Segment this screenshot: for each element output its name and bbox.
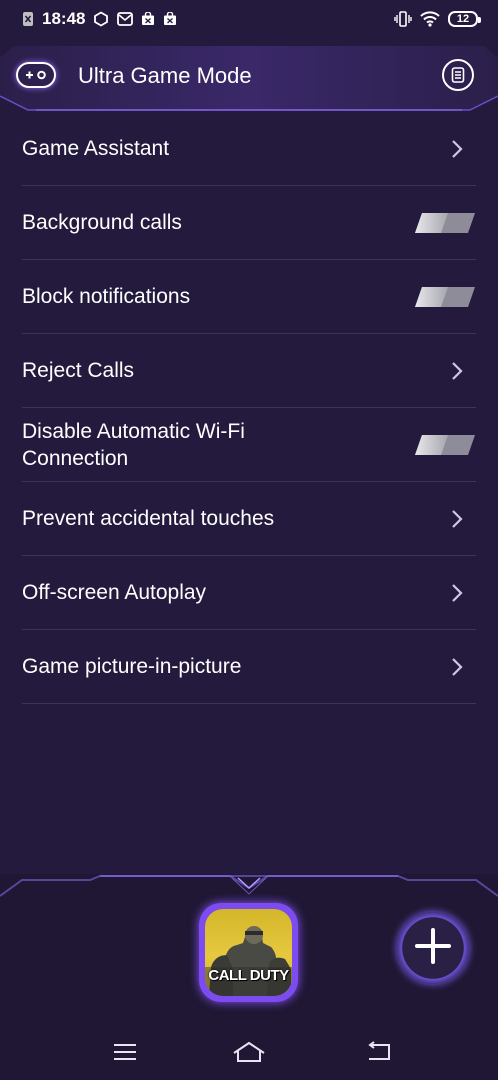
status-bar: 18:48 12 — [0, 0, 498, 38]
setting-row-game-pip[interactable]: Game picture-in-picture — [22, 630, 476, 704]
header: Ultra Game Mode — [0, 38, 498, 112]
chevron-right-icon — [446, 361, 468, 381]
back-icon[interactable] — [359, 1038, 399, 1066]
document-icon[interactable] — [442, 59, 474, 91]
setting-row-reject-calls[interactable]: Reject Calls — [22, 334, 476, 408]
game-title-label: CALL DUTY — [208, 967, 289, 984]
page-title: Ultra Game Mode — [78, 63, 252, 88]
setting-row-disable-wifi: Disable Automatic Wi-Fi Connection — [22, 408, 476, 482]
setting-label: Off-screen Autoplay — [22, 581, 207, 604]
home-icon[interactable] — [229, 1038, 269, 1066]
plus-icon — [413, 926, 453, 971]
setting-row-game-assistant[interactable]: Game Assistant — [22, 112, 476, 186]
battery-level: 12 — [456, 13, 470, 25]
setting-row-offscreen-autoplay[interactable]: Off-screen Autoplay — [22, 556, 476, 630]
setting-label: Game Assistant — [22, 137, 170, 160]
battery-icon: 12 — [448, 11, 481, 27]
setting-label: Block notifications — [22, 285, 191, 308]
setting-label: Background calls — [22, 211, 182, 234]
shopping-bag-icon — [141, 12, 155, 26]
setting-label: Game picture-in-picture — [22, 655, 242, 678]
status-left: 18:48 — [22, 9, 177, 29]
block-notifications-toggle[interactable] — [414, 286, 476, 308]
wifi-icon — [420, 11, 440, 27]
sim-off-icon — [22, 11, 34, 27]
setting-row-block-notifications: Block notifications — [22, 260, 476, 334]
menu-icon[interactable] — [105, 1038, 145, 1066]
chevron-right-icon — [446, 509, 468, 529]
add-game-button[interactable] — [397, 912, 469, 984]
status-time: 18:48 — [42, 9, 86, 28]
hexagon-icon — [93, 11, 109, 27]
setting-row-prevent-touches[interactable]: Prevent accidental touches — [22, 482, 476, 556]
game-artwork: CALL DUTY — [205, 909, 292, 996]
setting-label: Reject Calls — [22, 359, 135, 382]
chevron-right-icon — [446, 583, 468, 603]
vibrate-icon — [394, 11, 412, 27]
mail-icon — [117, 12, 134, 26]
chevron-right-icon — [446, 139, 468, 159]
status-right: 12 — [394, 11, 481, 27]
shopping-bag-icon — [163, 12, 177, 26]
settings-list: Game Assistant Background calls Block no… — [22, 112, 476, 704]
chevron-right-icon — [446, 657, 468, 677]
setting-label: Disable Automatic Wi-Fi Connection — [22, 419, 245, 470]
gamepad-icon[interactable] — [16, 62, 56, 88]
navigation-bar — [0, 1030, 498, 1072]
setting-row-background-calls: Background calls — [22, 186, 476, 260]
game-icon-call-of-duty[interactable]: CALL DUTY — [199, 903, 298, 1002]
dock-frame — [0, 875, 498, 897]
background-calls-toggle[interactable] — [414, 212, 476, 234]
setting-label: Prevent accidental touches — [22, 507, 275, 530]
disable-wifi-toggle[interactable] — [414, 434, 476, 456]
